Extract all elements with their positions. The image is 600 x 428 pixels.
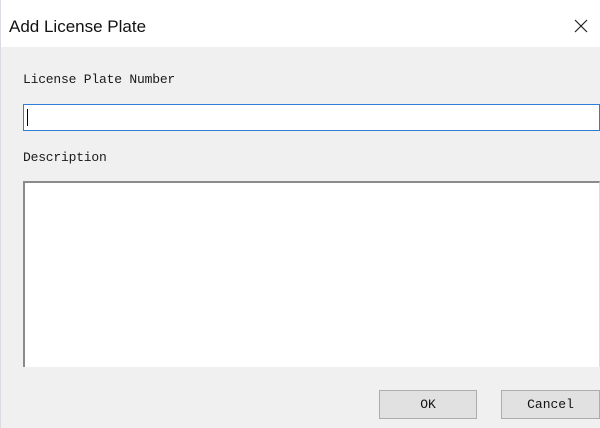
ok-button[interactable]: OK <box>379 390 477 419</box>
close-button[interactable] <box>561 6 600 46</box>
add-license-plate-dialog: Add License Plate License Plate Number D… <box>0 0 600 428</box>
license-plate-number-input[interactable] <box>23 104 600 131</box>
cancel-button[interactable]: Cancel <box>501 390 600 419</box>
description-label: Description <box>23 150 107 165</box>
text-caret <box>27 109 28 126</box>
description-textarea[interactable] <box>23 181 600 367</box>
license-plate-number-label: License Plate Number <box>23 72 176 87</box>
title-bar: Add License Plate <box>1 0 600 47</box>
dialog-title: Add License Plate <box>9 17 147 36</box>
close-icon <box>574 19 588 33</box>
